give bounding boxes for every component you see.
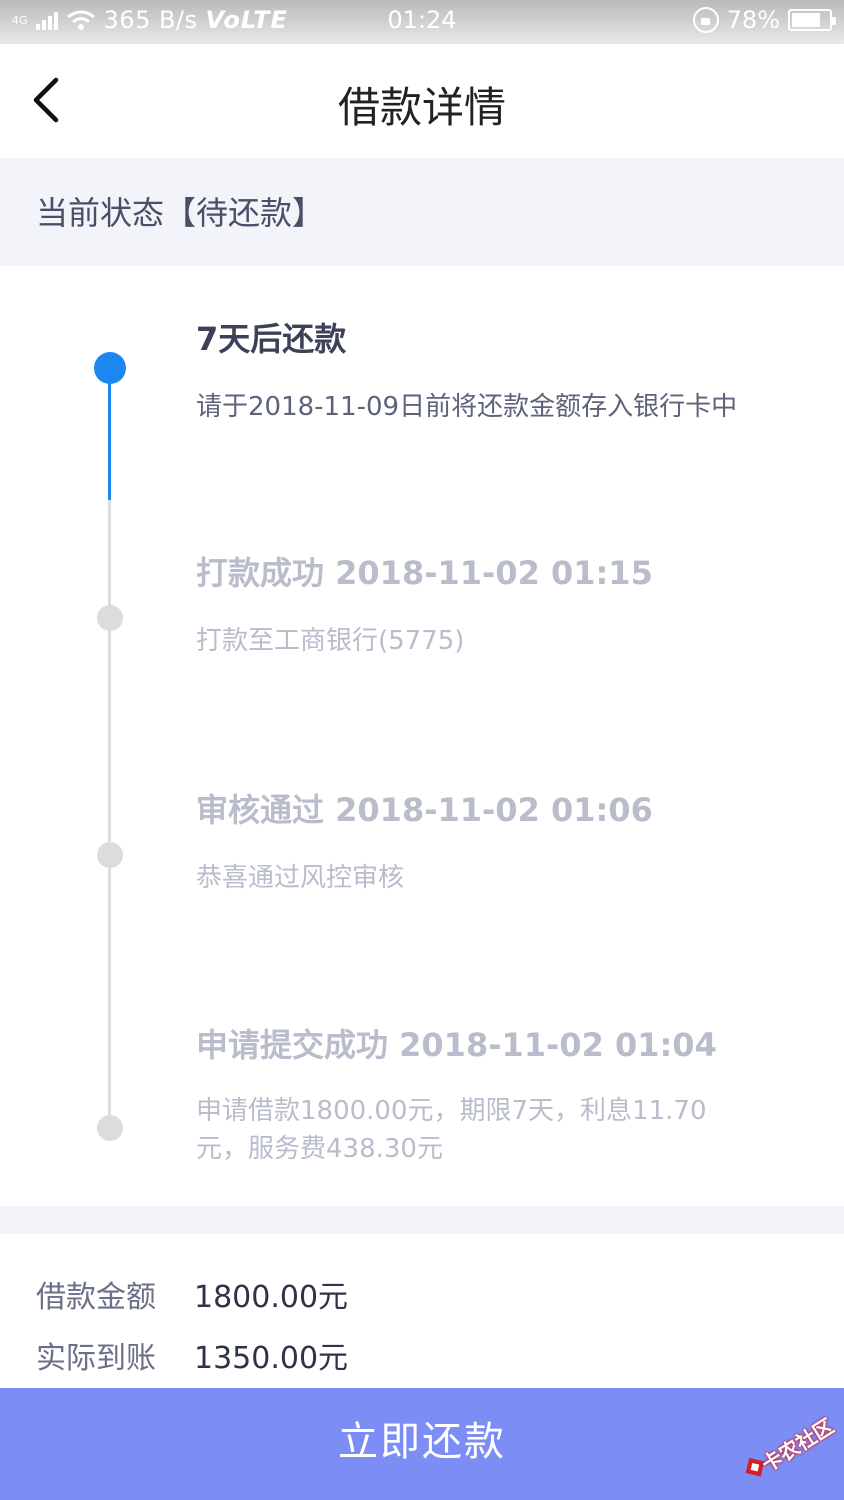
timeline-dot-active <box>94 352 126 384</box>
received-amount-value: 1350.00元 <box>194 1341 349 1376</box>
battery-icon <box>788 9 836 31</box>
timeline-item-title: 申请提交成功 2018-11-02 01:04 <box>196 1026 717 1064</box>
received-amount-row: 实际到账 1350.00元 <box>36 1333 348 1377</box>
nav-header: 借款详情 <box>0 44 844 158</box>
status-bar: 4G 365 B/s VoLTE 01:24 78% <box>0 0 844 44</box>
timeline-item-title: 打款成功 2018-11-02 01:15 <box>196 554 653 592</box>
loan-summary: 借款金额 1800.00元 实际到账 1350.00元 <box>0 1234 844 1388</box>
repay-now-button[interactable]: 立即还款 <box>0 1388 844 1500</box>
timeline-item-desc: 打款至工商银行(5775) <box>196 626 465 656</box>
timeline-item-desc: 申请借款1800.00元，期限7天，利息11.70元，服务费438.30元 <box>196 1096 707 1164</box>
timeline-item-desc: 恭喜通过风控审核 <box>196 863 405 893</box>
loan-timeline: 7天后还款 请于2018-11-09日前将还款金额存入银行卡中 打款成功 201… <box>0 266 844 1206</box>
timeline-progress <box>108 368 111 500</box>
timeline-dot <box>97 1115 123 1141</box>
timeline-dot <box>97 605 123 631</box>
timeline-item-desc: 请于2018-11-09日前将还款金额存入银行卡中 <box>196 392 738 422</box>
timeline-item-title: 7天后还款 <box>196 320 347 358</box>
battery-percent: 78% <box>726 6 780 34</box>
status-bar-right: 78% <box>692 6 836 34</box>
received-amount-label: 实际到账 <box>36 1341 156 1376</box>
section-divider <box>0 1206 844 1234</box>
loan-amount-value: 1800.00元 <box>194 1280 349 1315</box>
rotation-lock-icon <box>692 7 719 33</box>
loan-amount-row: 借款金额 1800.00元 <box>36 1272 348 1316</box>
page-title: 借款详情 <box>337 83 506 132</box>
timeline-dot <box>97 842 123 868</box>
loan-amount-label: 借款金额 <box>36 1280 156 1315</box>
current-status-text: 当前状态【待还款】 <box>36 194 325 232</box>
timeline-item-title: 审核通过 2018-11-02 01:06 <box>196 791 653 829</box>
current-status-section: 当前状态【待还款】 <box>0 158 844 266</box>
